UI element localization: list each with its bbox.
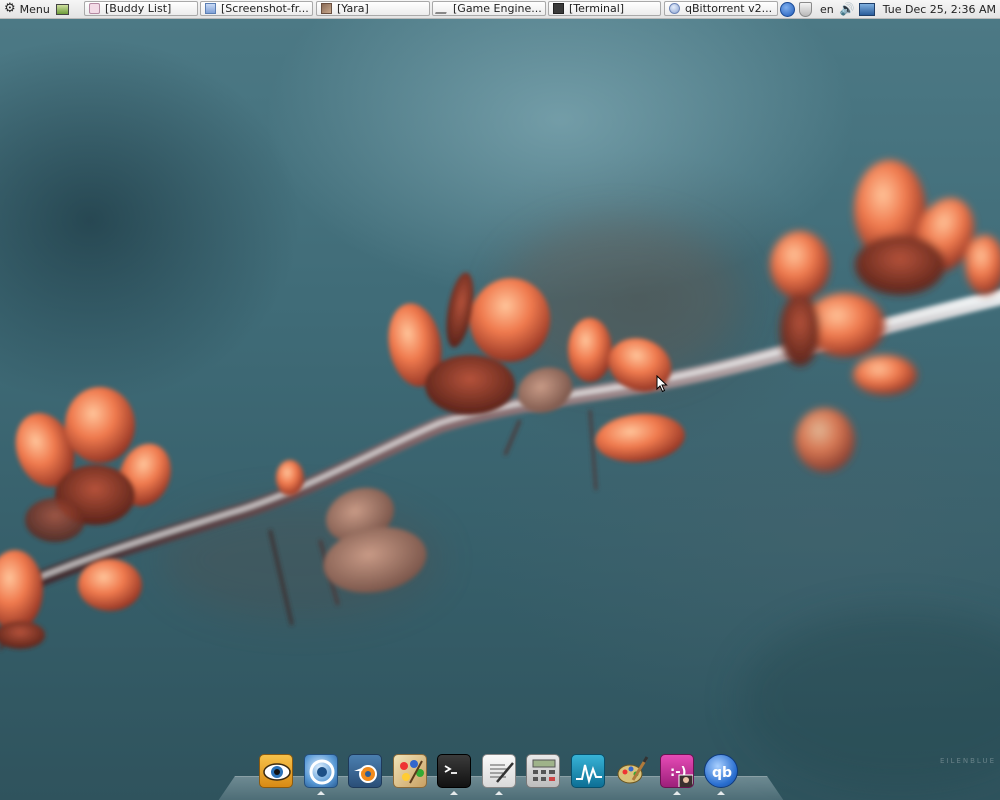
top-panel: ⚙ Menu [Buddy List] [Screenshot-fr... [Y… bbox=[0, 0, 1000, 19]
keyboard-layout-indicator[interactable]: en bbox=[820, 3, 834, 16]
blender-icon bbox=[354, 765, 377, 783]
qbittorrent-tray-icon[interactable] bbox=[780, 1, 796, 17]
task-label: qBittorrent v2... bbox=[685, 2, 773, 15]
terminal-icon bbox=[553, 3, 564, 14]
screenshot-icon bbox=[205, 3, 216, 14]
task-yara[interactable]: [Yara] bbox=[316, 1, 430, 16]
volume-icon[interactable]: 🔊 bbox=[840, 2, 855, 16]
qbittorrent-icon: qb bbox=[712, 765, 732, 781]
gear-icon: ⚙ bbox=[4, 1, 16, 16]
clock[interactable]: Tue Dec 25, 2:36 AM bbox=[883, 3, 996, 16]
main-menu-button[interactable]: ⚙ Menu bbox=[0, 0, 53, 18]
blender-launcher[interactable] bbox=[348, 754, 382, 788]
network-icon[interactable] bbox=[858, 2, 875, 16]
task-screenshot[interactable]: [Screenshot-fr... bbox=[200, 1, 313, 16]
qbittorrent-launcher[interactable]: qb bbox=[704, 754, 738, 788]
palette-icon bbox=[400, 760, 424, 784]
calculator-launcher[interactable] bbox=[526, 754, 560, 788]
task-label: [Buddy List] bbox=[105, 2, 172, 15]
chat-icon: :-) bbox=[670, 765, 693, 787]
chat-launcher[interactable]: :-) bbox=[660, 754, 694, 788]
yara-avatar-icon bbox=[321, 3, 332, 14]
task-terminal[interactable]: [Terminal] bbox=[548, 1, 661, 16]
task-qbittorrent[interactable]: qBittorrent v2... bbox=[664, 1, 778, 16]
web-browser-launcher[interactable] bbox=[304, 754, 338, 788]
eye-app-launcher[interactable] bbox=[259, 754, 293, 788]
terminal-icon bbox=[444, 765, 457, 774]
task-game-engine[interactable]: [Game Engine... bbox=[432, 1, 546, 16]
running-indicator bbox=[317, 791, 325, 795]
paint-palette-launcher[interactable] bbox=[393, 754, 427, 788]
system-tray: en 🔊 Tue Dec 25, 2:36 AM bbox=[776, 0, 1000, 18]
text-editor-icon bbox=[490, 762, 514, 783]
running-indicator bbox=[450, 791, 458, 795]
qbittorrent-icon bbox=[669, 3, 680, 14]
running-indicator bbox=[495, 791, 503, 795]
running-indicator bbox=[717, 791, 725, 795]
svg-text:qb: qb bbox=[712, 765, 732, 781]
gimp-launcher[interactable] bbox=[615, 754, 649, 788]
wallpaper-credit: EILENBLUE bbox=[940, 757, 996, 765]
task-label: [Game Engine... bbox=[453, 2, 541, 15]
wallpaper-artwork bbox=[0, 160, 1000, 790]
system-monitor-launcher[interactable] bbox=[571, 754, 605, 788]
mouse-cursor-icon bbox=[656, 375, 668, 393]
game-engine-icon bbox=[434, 3, 451, 14]
task-buddy-list[interactable]: [Buddy List] bbox=[84, 1, 198, 16]
calculator-icon bbox=[532, 759, 556, 781]
gimp-icon bbox=[617, 756, 649, 784]
terminal-launcher[interactable] bbox=[437, 754, 471, 788]
task-label: [Yara] bbox=[337, 2, 369, 15]
running-indicator bbox=[673, 791, 681, 795]
eye-icon bbox=[263, 763, 291, 781]
desktop-wallpaper[interactable]: EILENBLUE ⚙ Menu [Buddy List] [Screensho… bbox=[0, 0, 1000, 800]
text-editor-launcher[interactable] bbox=[482, 754, 516, 788]
menu-label: Menu bbox=[19, 2, 50, 16]
browser-icon bbox=[309, 759, 335, 785]
show-desktop-button[interactable] bbox=[55, 3, 69, 15]
shield-icon[interactable] bbox=[799, 1, 813, 17]
task-label: [Screenshot-fr... bbox=[221, 2, 308, 15]
buddy-list-icon bbox=[89, 3, 100, 14]
system-monitor-icon bbox=[576, 764, 602, 785]
task-label: [Terminal] bbox=[569, 2, 625, 15]
